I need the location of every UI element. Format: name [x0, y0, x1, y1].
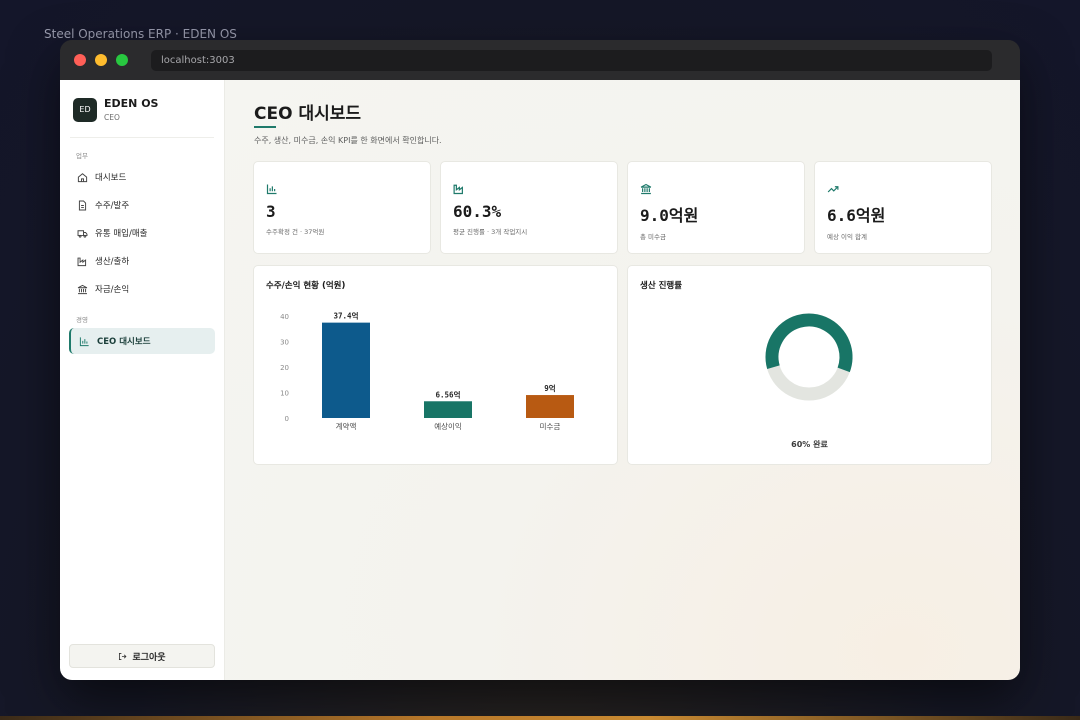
window-title: Steel Operations ERP · EDEN OS [44, 27, 237, 41]
brand-name: EDEN OS [104, 97, 159, 110]
bar-chart-card: 수주/손익 현황 (억원) 0 10 20 30 40 37.4억 계약액 6.56억 예상이익… [253, 265, 618, 465]
sidebar-item-dashboard[interactable]: 대시보드 [69, 165, 215, 189]
y-tick-label: 40 [280, 313, 289, 321]
bar[interactable] [526, 395, 574, 418]
logout-button[interactable]: 로그아웃 [69, 644, 215, 668]
browser-window: localhost:3003 ED EDEN OS CEO 업무 대시보드 수주… [60, 40, 1020, 680]
y-tick-label: 10 [280, 390, 289, 398]
factory-icon [453, 184, 463, 195]
bottom-glow [0, 716, 1080, 720]
sidebar-item-production[interactable]: 생산/출하 [69, 249, 215, 273]
sidebar-item-label: CEO 대시보드 [97, 337, 151, 347]
kpi-card-orders: 3 수주확정 건 · 37억원 [253, 161, 431, 254]
sidebar: ED EDEN OS CEO 업무 대시보드 수주/발주 유통 매입/매출 생산… [60, 80, 225, 680]
truck-icon [77, 229, 88, 238]
factory-icon [77, 257, 87, 266]
bank-icon [640, 183, 652, 195]
kpi-label: 수주확정 건 · 37억원 [266, 228, 325, 236]
kpi-label: 평균 진행률 · 3개 작업지시 [453, 228, 528, 236]
brand-role: CEO [104, 113, 120, 122]
kpi-value: 6.6억원 [827, 206, 886, 225]
trending-up-icon [827, 186, 839, 193]
x-category-label: 미수금 [540, 422, 561, 431]
sidebar-item-distribution[interactable]: 유통 매입/매출 [69, 221, 215, 245]
bar-chart-icon [266, 184, 277, 195]
section-label-management: 경영 [76, 316, 88, 324]
kpi-value: 60.3% [453, 202, 502, 221]
sidebar-item-label: 생산/출하 [95, 257, 130, 267]
main-content: CEO 대시보드 수주, 생산, 미수금, 손익 KPI를 한 화면에서 확인합… [225, 80, 1020, 680]
maximize-window-button[interactable] [116, 54, 128, 66]
sidebar-item-label: 유통 매입/매출 [95, 229, 148, 239]
y-tick-label: 0 [285, 415, 289, 423]
y-tick-label: 20 [280, 364, 289, 372]
browser-chrome: localhost:3003 [60, 40, 1020, 80]
logout-label: 로그아웃 [132, 652, 166, 663]
kpi-card-receivables: 9.0억원 총 미수금 [627, 161, 805, 254]
sidebar-item-label: 대시보드 [95, 173, 127, 183]
document-icon [78, 200, 87, 210]
sidebar-item-finance[interactable]: 자금/손익 [69, 277, 215, 301]
address-bar[interactable]: localhost:3003 [151, 50, 992, 71]
sidebar-item-ceo-dashboard[interactable]: CEO 대시보드 [69, 328, 215, 354]
bank-icon [77, 284, 88, 294]
x-category-label: 예상이익 [434, 421, 462, 431]
bar-chart: 0 10 20 30 40 37.4억계약액 6.56억예상이익 9억미수금 [280, 311, 574, 431]
y-tick-label: 30 [280, 339, 289, 347]
minimize-window-button[interactable] [95, 54, 107, 66]
brand-logo: ED [73, 97, 97, 122]
divider [70, 137, 214, 138]
bar-value-label: 37.4억 [334, 311, 359, 321]
kpi-card-profit: 6.6억원 예상 이익 합계 [814, 161, 992, 254]
bar-value-label: 6.56억 [436, 389, 461, 399]
title-underline [254, 126, 276, 128]
bar[interactable] [424, 401, 472, 418]
app: ED EDEN OS CEO 업무 대시보드 수주/발주 유통 매입/매출 생산… [60, 80, 1020, 680]
kpi-label: 총 미수금 [640, 233, 666, 241]
sidebar-item-label: 자금/손익 [95, 285, 130, 295]
sidebar-item-orders[interactable]: 수주/발주 [69, 193, 215, 217]
page-subtitle: 수주, 생산, 미수금, 손익 KPI를 한 화면에서 확인합니다. [254, 136, 442, 145]
page-title: CEO 대시보드 [254, 104, 362, 124]
logout-icon [119, 652, 127, 660]
close-window-button[interactable] [74, 54, 86, 66]
section-label-work: 업무 [76, 152, 88, 160]
bar[interactable] [322, 322, 370, 418]
sidebar-item-label: 수주/발주 [95, 201, 130, 211]
brand: ED EDEN OS CEO [60, 80, 224, 122]
bar-value-label: 9억 [544, 383, 556, 393]
bar-chart-icon [79, 336, 89, 346]
home-icon [77, 172, 88, 182]
kpi-value: 3 [266, 202, 276, 221]
kpi-value: 9.0억원 [640, 206, 699, 225]
donut-center-label: 60% 완료 [791, 440, 828, 449]
x-category-label: 계약액 [336, 421, 357, 431]
donut-chart [765, 313, 853, 401]
kpi-label: 예상 이익 합계 [827, 233, 868, 241]
donut-chart-card: 생산 진행률 60% 완료 [627, 265, 992, 465]
kpi-card-progress: 60.3% 평균 진행률 · 3개 작업지시 [440, 161, 618, 254]
